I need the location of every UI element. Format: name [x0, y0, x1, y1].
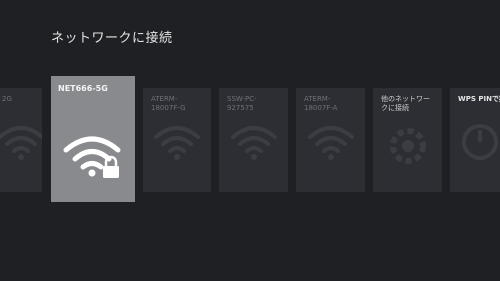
network-card-other[interactable]: 他のネットワークに接続 — [373, 88, 442, 192]
wifi-icon — [0, 123, 42, 165]
page-title: ネットワークに接続 — [51, 31, 173, 46]
network-card-partial[interactable]: 2G — [0, 88, 42, 192]
network-name: WPS PINで接 — [458, 95, 500, 103]
wifi-icon — [306, 123, 356, 165]
wifi-icon — [152, 123, 202, 165]
network-name: NET666-5G — [58, 84, 108, 93]
network-card-ssw-pc-927575[interactable]: SSW-PC-927575 — [219, 88, 288, 192]
network-name: ATERM-18007F-A — [304, 95, 338, 112]
gear-icon — [386, 124, 430, 172]
wps-icon — [460, 122, 500, 166]
network-card-wps-pin[interactable]: WPS PINで接 — [450, 88, 500, 192]
network-name: 他のネットワークに接続 — [381, 95, 430, 112]
network-name: ATERM-18007F-G — [151, 95, 186, 112]
network-card-aterm-18007f-a[interactable]: ATERM-18007F-A — [296, 88, 365, 192]
network-name: 2G — [2, 95, 12, 103]
network-card-aterm-18007f-g[interactable]: ATERM-18007F-G — [143, 88, 211, 192]
network-card-net666-5g[interactable]: NET666-5G — [51, 76, 135, 202]
wifi-lock-icon — [61, 132, 125, 184]
network-name: SSW-PC-927575 — [227, 95, 257, 112]
wifi-icon — [229, 123, 279, 165]
